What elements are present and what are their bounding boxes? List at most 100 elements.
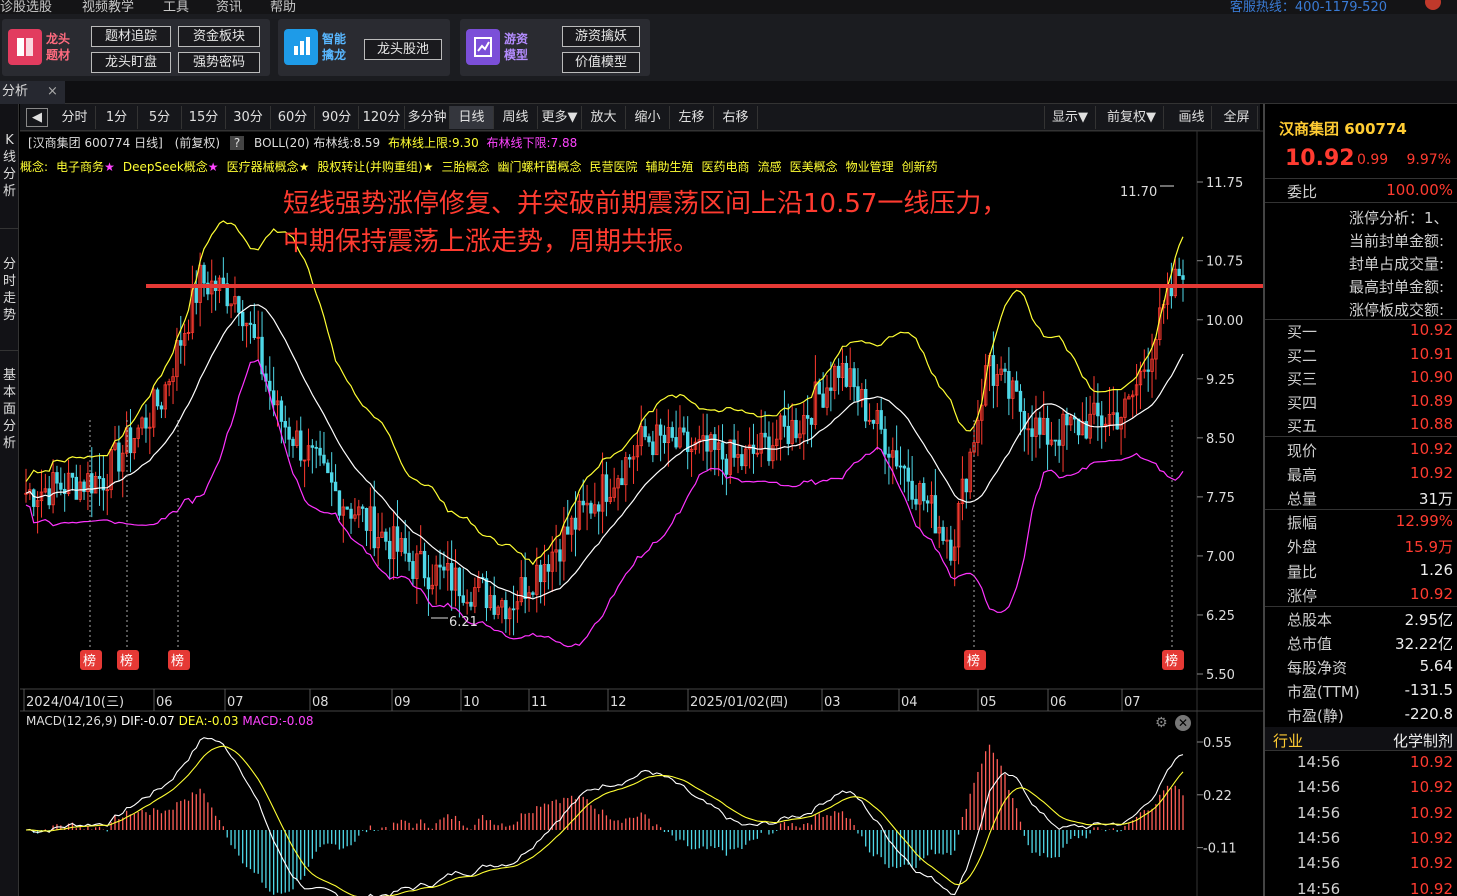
stat-row: 总量 31万: [1265, 485, 1457, 509]
candle-body: [422, 550, 427, 579]
user-avatar[interactable]: [1425, 0, 1441, 10]
gear-icon[interactable]: ⚙: [1155, 715, 1168, 731]
bid-row: 买一 10.92: [1265, 318, 1457, 342]
stat-value: 10.92: [1410, 584, 1453, 603]
candle-body: [360, 506, 365, 509]
boll-lower-line: [25, 359, 1184, 648]
candle-body: [299, 430, 303, 461]
candle-body: [310, 445, 315, 448]
candle-body: [856, 386, 860, 402]
macd-value: MACD:-0.08: [242, 714, 314, 728]
price-tick-label: 9.25: [1206, 373, 1235, 388]
candle-body: [1100, 415, 1104, 426]
stat-row: 市盈(静) -220.8: [1265, 702, 1457, 726]
limit-info-text: 当前封单金额:: [1349, 232, 1445, 250]
stat-label: 外盘: [1287, 538, 1318, 557]
candle-body: [751, 444, 756, 454]
stat-value: 5.64: [1419, 656, 1453, 675]
candle-body: [388, 540, 392, 560]
candle-body: [794, 419, 798, 439]
bid-label: 买五: [1287, 417, 1318, 435]
tick-row: 14:56 10.92: [1265, 775, 1457, 799]
stat-value: -220.8: [1404, 705, 1453, 724]
bid-price: 10.90: [1410, 368, 1453, 386]
candle-body: [322, 454, 326, 464]
candle-body: [902, 465, 907, 469]
price-tick-label: 7.00: [1206, 550, 1235, 565]
candle-body: [805, 415, 810, 419]
bid-price: 10.88: [1410, 415, 1453, 433]
tick-price: 10.92: [1410, 778, 1453, 797]
bid-label: 买二: [1287, 346, 1318, 365]
candle-body: [1096, 402, 1100, 417]
candle-body: [682, 427, 686, 433]
candle-body: [949, 539, 953, 561]
date-tick-label: 03: [824, 695, 841, 710]
candle-body: [620, 478, 624, 486]
kline-chart[interactable]: 11.75 10.75 10.00 9.25 8.50 7.75 7.00 6.25 5.50 2…: [0, 0, 1263, 896]
candle-body: [1007, 371, 1011, 399]
candle-body: [144, 417, 148, 429]
candle-body: [914, 498, 918, 505]
candle-body: [194, 286, 198, 303]
candle-body: [504, 600, 508, 620]
date-tick-label: 10: [463, 695, 480, 710]
stat-row: 现价 10.92: [1265, 437, 1457, 461]
date-tick-label: 07: [227, 695, 244, 710]
candle-body: [1014, 380, 1019, 392]
candle-body: [117, 442, 121, 472]
candle-body: [538, 564, 543, 583]
industry-row: 行业 化学制剂: [1265, 727, 1457, 751]
candle-body: [1057, 439, 1061, 446]
limit-info-text: 封单占成交量:: [1349, 255, 1445, 273]
candle-body: [90, 473, 94, 494]
price-tick-label: 5.50: [1206, 668, 1235, 683]
low-marker-label: 6.21: [449, 615, 478, 630]
date-tick-label: 11: [531, 695, 548, 710]
candle-body: [662, 434, 667, 444]
candle-body: [1018, 390, 1023, 412]
candle-body: [589, 502, 593, 514]
stat-label: 最高: [1287, 466, 1318, 485]
candle-body: [1115, 412, 1119, 430]
candle-body: [887, 453, 891, 458]
stat-row: 量比 1.26: [1265, 558, 1457, 582]
weibi-label: 委比: [1287, 183, 1318, 201]
candle-body: [484, 578, 489, 609]
candle-body: [55, 472, 59, 484]
stat-value: 10.92: [1410, 464, 1453, 483]
date-tick-label: 06: [156, 695, 173, 710]
candle-body: [1177, 268, 1181, 277]
limit-info-row: 当前封单金额:: [1265, 227, 1457, 251]
candle-body: [1065, 413, 1069, 426]
candle-body: [705, 435, 709, 452]
tick-row: 14:56 10.92: [1265, 851, 1457, 875]
candle-body: [763, 432, 767, 438]
candle-body: [403, 538, 407, 554]
candle-body: [252, 324, 257, 338]
price-tick-label: 8.50: [1206, 432, 1235, 447]
macd-dif: DIF:-0.07: [120, 714, 175, 728]
close-icon[interactable]: ✕: [1175, 715, 1191, 731]
candle-body: [32, 489, 36, 507]
candle-body: [271, 390, 276, 406]
bid-price: 10.91: [1410, 344, 1453, 363]
candle-body: [202, 264, 206, 284]
limit-info-text: 最高封单金额:: [1349, 278, 1445, 296]
candle-body: [883, 428, 887, 455]
candle-body: [457, 567, 462, 597]
date-tick-label: 05: [980, 695, 997, 710]
candle-body: [1076, 418, 1081, 436]
stat-value: 15.9万: [1404, 538, 1453, 557]
candle-body: [337, 490, 342, 516]
candle-body: [349, 508, 353, 519]
candle-body: [558, 549, 562, 562]
rank-badge-label: 榜: [967, 653, 980, 669]
candle-body: [461, 595, 465, 603]
bid-row: 买二 10.91: [1265, 342, 1457, 366]
candle-body: [910, 480, 914, 500]
candle-body: [469, 601, 473, 607]
candle-body: [713, 434, 717, 450]
stat-label: 总股本: [1287, 610, 1333, 629]
limit-info-row: 最高封单金额:: [1265, 273, 1457, 297]
